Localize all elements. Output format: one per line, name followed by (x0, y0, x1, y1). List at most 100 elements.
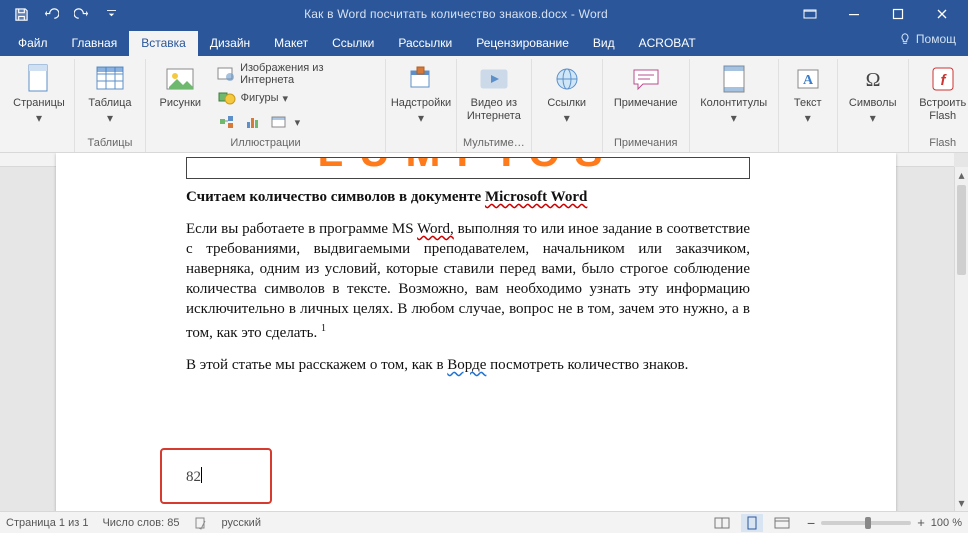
tab-insert[interactable]: Вставка (129, 31, 198, 56)
tab-view[interactable]: Вид (581, 31, 627, 56)
comment-button[interactable]: Примечание (609, 61, 683, 110)
zoom-slider[interactable] (821, 521, 911, 525)
scroll-up-button[interactable]: ▴ (955, 167, 968, 183)
document-viewport: LUMPICS Считаем количество символов в до… (0, 153, 968, 511)
pictures-icon (164, 63, 196, 95)
word-count[interactable]: Число слов: 85 (102, 517, 179, 529)
highlight-callout (160, 448, 272, 504)
addins-button[interactable]: Надстройки ▾ (392, 61, 450, 125)
tab-layout[interactable]: Макет (262, 31, 320, 56)
textbox-icon: A (792, 63, 824, 95)
online-pictures-icon (217, 64, 237, 84)
video-icon (478, 63, 510, 95)
table-button[interactable]: Таблица ▾ (81, 61, 139, 125)
links-button[interactable]: Ссылки ▾ (538, 61, 596, 125)
close-button[interactable] (920, 0, 964, 28)
group-label-flash: Flash (929, 137, 956, 150)
tab-home[interactable]: Главная (60, 31, 130, 56)
redo-button[interactable] (68, 2, 94, 26)
zoom-in-button[interactable]: + (917, 515, 925, 530)
shapes-icon (217, 88, 237, 108)
page-number-field[interactable]: 82 (186, 467, 202, 486)
group-pages: Страницы ▾ (4, 59, 75, 152)
group-text: A Текст ▾ (779, 59, 838, 152)
group-label-tables: Таблицы (88, 137, 133, 150)
tab-review[interactable]: Рецензирование (464, 31, 581, 56)
group-addins: Надстройки ▾ (386, 59, 457, 152)
proofing-icon[interactable] (194, 516, 208, 530)
group-headerfooter: Колонтитулы ▾ (690, 59, 779, 152)
tab-design[interactable]: Дизайн (198, 31, 262, 56)
addins-icon (405, 63, 437, 95)
svg-text:A: A (803, 73, 814, 88)
header-footer-button[interactable]: Колонтитулы ▾ (696, 61, 772, 125)
online-pictures-button[interactable]: Изображения из Интернета (215, 63, 379, 85)
chevron-down-icon: ▾ (870, 111, 876, 125)
ribbon-tabs: Файл Главная Вставка Дизайн Макет Ссылки… (0, 28, 968, 56)
qat-customize-button[interactable] (98, 2, 124, 26)
illustrations-more[interactable]: ▾ (215, 111, 379, 133)
embed-flash-button[interactable]: f Встроить Flash (915, 61, 968, 123)
group-label-illustrations: Иллюстрации (230, 137, 300, 150)
zoom-level[interactable]: 100 % (931, 517, 962, 529)
text-button[interactable]: A Текст ▾ (785, 61, 831, 125)
zoom-slider-thumb[interactable] (865, 517, 871, 529)
tell-me-search[interactable]: Помощ (898, 32, 956, 46)
chevron-down-icon: ▾ (107, 111, 113, 125)
print-layout-button[interactable] (741, 514, 763, 532)
tab-references[interactable]: Ссылки (320, 31, 386, 56)
page-icon (23, 63, 55, 95)
group-label-comments: Примечания (614, 137, 678, 150)
group-tables: Таблица ▾ Таблицы (75, 59, 146, 152)
chart-icon (243, 112, 263, 132)
table-icon (94, 63, 126, 95)
scroll-down-button[interactable]: ▾ (955, 495, 968, 511)
symbols-button[interactable]: Ω Символы ▾ (844, 61, 902, 125)
ribbon-display-options-button[interactable] (788, 0, 832, 28)
spellcheck-underline[interactable]: Microsoft Word (485, 189, 587, 205)
svg-text:Ω: Ω (865, 69, 880, 91)
tab-acrobat[interactable]: ACROBAT (627, 31, 708, 56)
read-mode-button[interactable] (711, 514, 733, 532)
scroll-thumb[interactable] (957, 185, 966, 275)
link-icon (551, 63, 583, 95)
maximize-button[interactable] (876, 0, 920, 28)
zoom-out-button[interactable]: − (807, 515, 815, 531)
tab-file[interactable]: Файл (6, 31, 60, 56)
spellcheck-underline[interactable]: Word, (417, 221, 454, 237)
language-indicator[interactable]: русский (222, 517, 261, 529)
group-symbols: Ω Символы ▾ (838, 59, 909, 152)
screenshot-icon (269, 112, 289, 132)
chevron-down-icon: ▾ (805, 111, 811, 125)
view-buttons (711, 514, 793, 532)
heading[interactable]: Считаем количество символов в документе … (186, 187, 750, 207)
smartart-icon (217, 112, 237, 132)
undo-button[interactable] (38, 2, 64, 26)
grammar-underline[interactable]: Ворде (447, 357, 486, 373)
chevron-down-icon: ▾ (283, 92, 289, 105)
tab-mailings[interactable]: Рассылки (386, 31, 464, 56)
paragraph-1[interactable]: Если вы работаете в программе MS Word, в… (186, 219, 750, 343)
page[interactable]: LUMPICS Считаем количество символов в до… (56, 153, 896, 511)
chevron-down-icon: ▾ (295, 116, 301, 129)
group-label-media: Мультиме… (463, 137, 525, 150)
page-indicator[interactable]: Страница 1 из 1 (6, 517, 88, 529)
vertical-scrollbar[interactable]: ▴ ▾ (954, 167, 968, 511)
minimize-button[interactable] (832, 0, 876, 28)
online-video-button[interactable]: Видео из Интернета (465, 61, 523, 123)
window-title: Как в Word посчитать количество знаков.d… (124, 7, 788, 21)
pictures-button[interactable]: Рисунки (152, 61, 209, 110)
paragraph-2[interactable]: В этой статье мы расскажем о том, как в … (186, 355, 750, 375)
quick-access-toolbar (4, 2, 124, 26)
flash-icon: f (927, 63, 959, 95)
chevron-down-icon: ▾ (418, 111, 424, 125)
document-body[interactable]: Считаем количество символов в документе … (186, 187, 750, 387)
web-layout-button[interactable] (771, 514, 793, 532)
lightbulb-icon (898, 32, 912, 46)
shapes-button[interactable]: Фигуры ▾ (215, 87, 379, 109)
footnote-ref[interactable]: 1 (321, 323, 326, 334)
pages-button[interactable]: Страницы ▾ (10, 61, 68, 125)
group-comments: Примечание Примечания (603, 59, 690, 152)
save-button[interactable] (8, 2, 34, 26)
text-cursor (201, 467, 202, 483)
